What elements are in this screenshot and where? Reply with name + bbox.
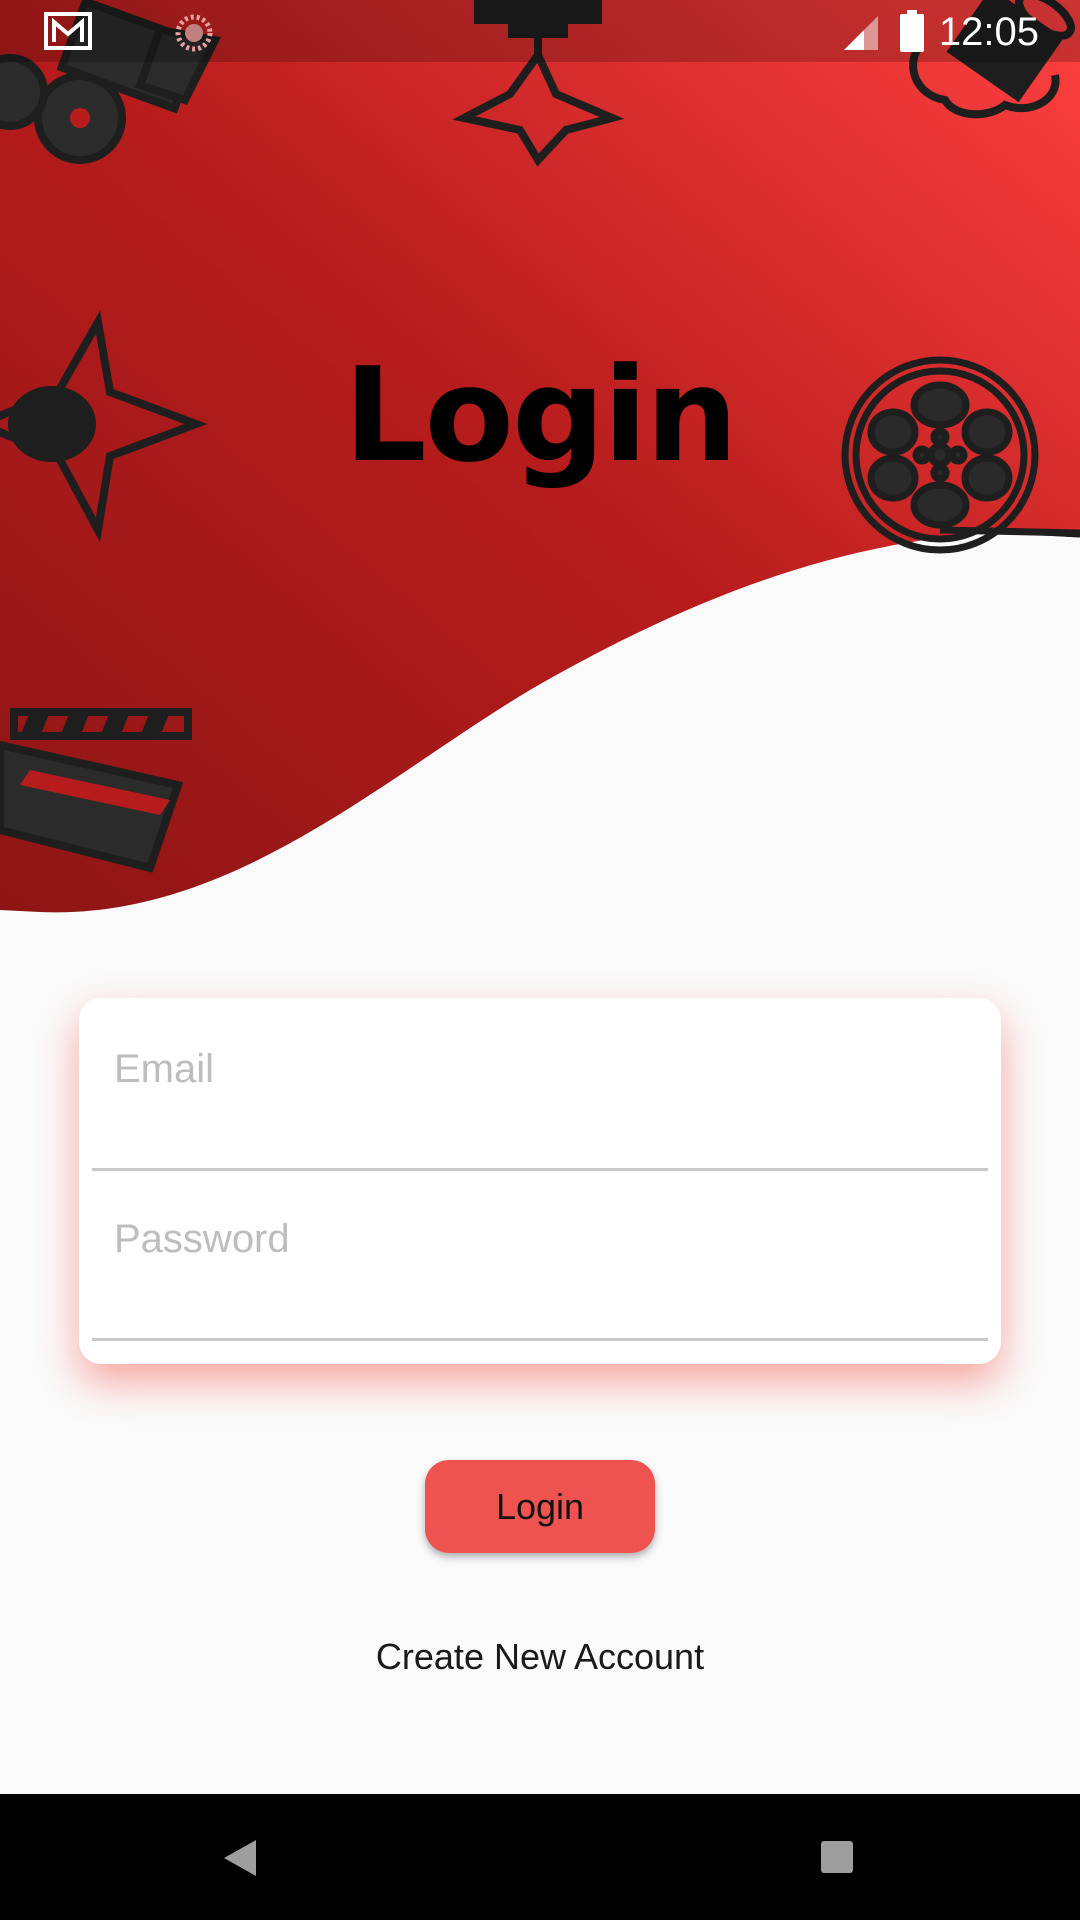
login-button[interactable]: Login [425, 1460, 655, 1553]
loading-icon [175, 14, 213, 52]
signal-icon [844, 16, 878, 50]
battery-icon [900, 10, 924, 52]
password-input[interactable] [92, 1168, 988, 1338]
recents-icon[interactable] [820, 1840, 854, 1874]
home-icon[interactable] [508, 1828, 568, 1888]
gmail-icon [44, 12, 92, 50]
status-bar: 12:05 [0, 0, 1080, 62]
create-new-account-link[interactable]: Create New Account [0, 1636, 1080, 1678]
password-field-container [92, 1168, 988, 1341]
status-time: 12:05 [938, 10, 1039, 54]
page-title: Login [343, 339, 738, 491]
email-input[interactable] [92, 998, 988, 1168]
back-icon[interactable] [222, 1838, 258, 1878]
login-form-card [79, 998, 1001, 1364]
login-screen: 12:05 Login Login Create New Account [0, 0, 1080, 1920]
navigation-bar [0, 1794, 1080, 1920]
email-field-container [92, 998, 988, 1171]
